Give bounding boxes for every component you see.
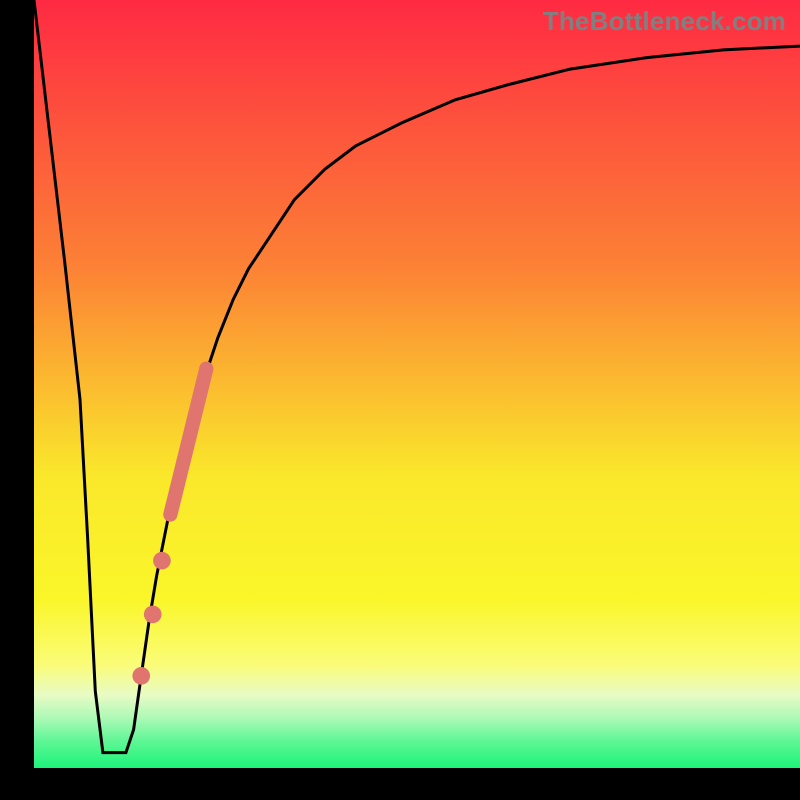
- bottleneck-chart: [0, 0, 800, 800]
- highlight-dot: [144, 606, 162, 624]
- highlight-dot: [132, 667, 150, 685]
- chart-frame: TheBottleneck.com: [0, 0, 800, 800]
- highlight-dot: [153, 552, 171, 570]
